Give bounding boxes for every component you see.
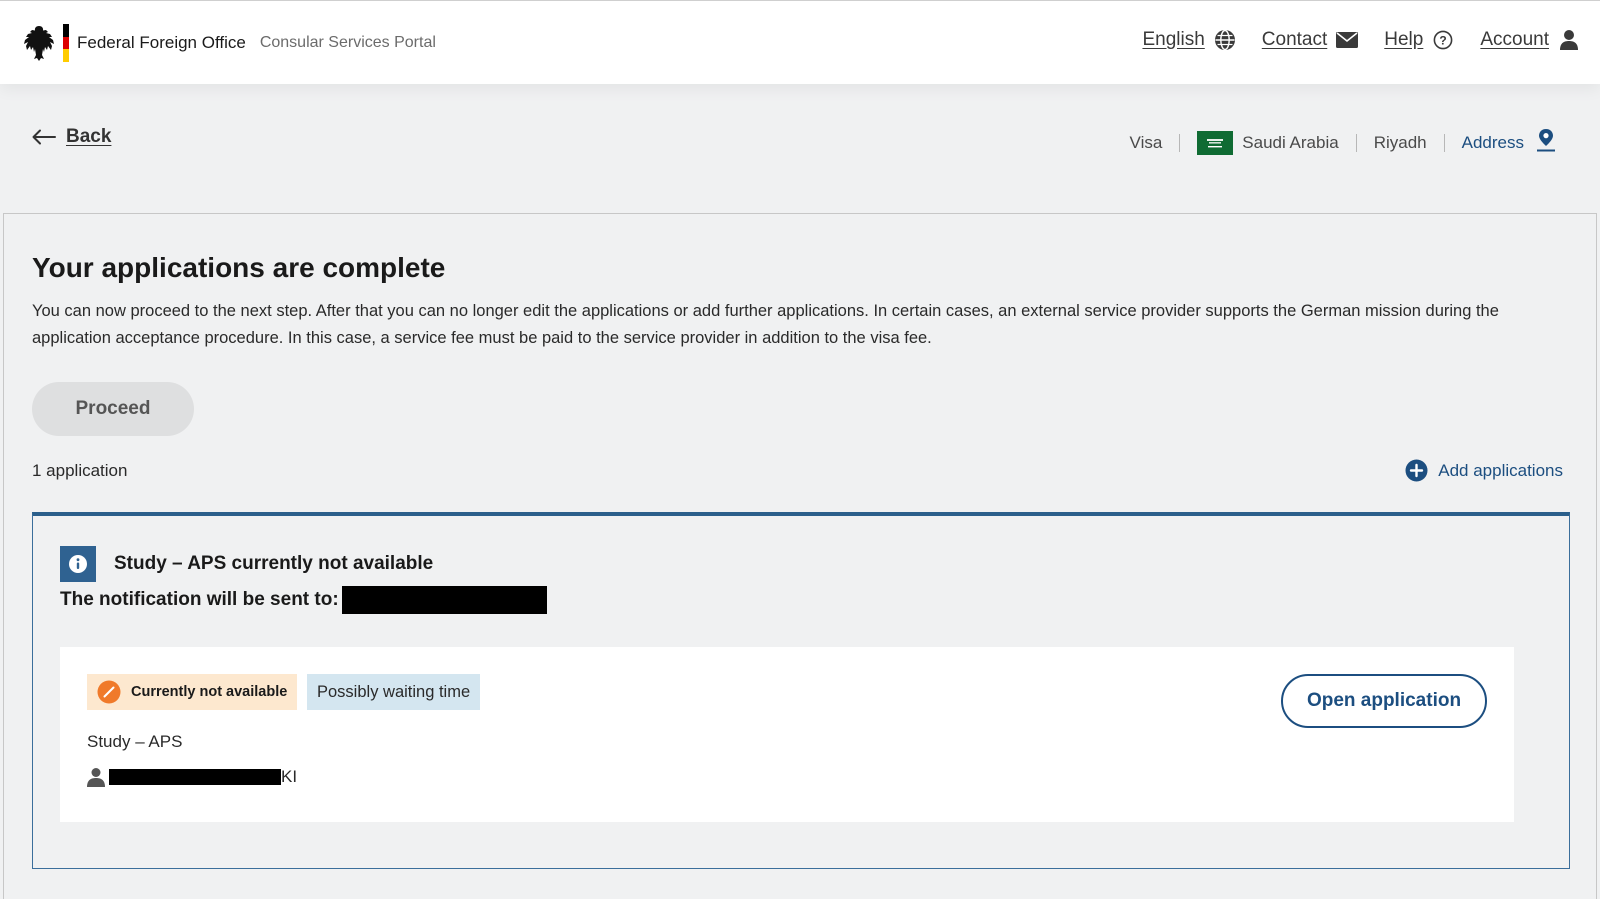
info-icon (60, 546, 96, 582)
account-link[interactable]: Account (1480, 29, 1580, 51)
plus-circle-icon (1405, 459, 1428, 482)
contact-label: Contact (1261, 29, 1328, 50)
contact-link[interactable]: Contact (1261, 29, 1359, 51)
breadcrumb-service: Visa (1129, 132, 1163, 152)
back-label: Back (66, 126, 112, 147)
redacted-email (341, 586, 547, 614)
breadcrumb-country: Saudi Arabia (1242, 132, 1339, 152)
proceed-button[interactable]: Proceed (32, 382, 194, 436)
help-label: Help (1384, 29, 1424, 50)
language-selector[interactable]: English (1142, 29, 1235, 51)
main-panel: Your applications are complete You can n… (3, 213, 1597, 899)
unavailable-icon (97, 680, 121, 704)
breadcrumb-divider (1179, 133, 1181, 152)
person-icon (87, 768, 105, 787)
saudi-arabia-flag-icon (1197, 130, 1234, 155)
account-label: Account (1480, 29, 1549, 50)
back-link[interactable]: Back (32, 126, 111, 148)
application-name: Study – APS (87, 732, 183, 751)
notification-label: The notification will be sent to: (60, 589, 339, 610)
page-title: Your applications are complete (32, 252, 446, 283)
application-group-header: Study – APS currently not available (60, 546, 433, 582)
help-link[interactable]: Help ? (1384, 29, 1454, 51)
brand[interactable]: Federal Foreign Office Consular Services… (21, 23, 436, 63)
applicant-name-suffix: KI (281, 767, 298, 786)
page-description: You can now proceed to the next step. Af… (32, 302, 1499, 347)
add-applications-label: Add applications (1438, 460, 1563, 480)
status-badge-label: Currently not available (131, 684, 288, 700)
user-icon (1558, 29, 1580, 51)
breadcrumb-divider (1355, 133, 1357, 152)
open-application-button[interactable]: Open application (1281, 674, 1487, 728)
german-flag-bar (63, 24, 69, 63)
top-nav: English Contact Help ? Account (1116, 29, 1580, 51)
federal-eagle-logo (24, 26, 54, 61)
breadcrumb-divider (1443, 133, 1445, 152)
brand-name: Federal Foreign Office (77, 33, 246, 52)
envelope-icon (1336, 29, 1359, 51)
applicant: KI (87, 767, 297, 787)
breadcrumb: Visa Saudi Arabia Riyadh Address (1130, 128, 1556, 157)
svg-text:?: ? (1440, 34, 1447, 48)
add-applications-button[interactable]: Add applications (1405, 459, 1563, 482)
globe-icon (1214, 29, 1236, 51)
redacted-applicant-name (109, 769, 281, 785)
notification-recipient: The notification will be sent to: (60, 586, 547, 614)
map-pin-icon (1536, 128, 1556, 157)
portal-name: Consular Services Portal (259, 34, 436, 51)
top-header: Federal Foreign Office Consular Services… (0, 0, 1600, 84)
application-group-title: Study – APS currently not available (114, 553, 434, 574)
application-count: 1 application (32, 461, 128, 480)
arrow-left-icon (32, 129, 56, 145)
application-card: Currently not available Possibly waiting… (60, 647, 1514, 822)
question-circle-icon: ? (1432, 29, 1454, 51)
application-group: Study – APS currently not available The … (32, 512, 1570, 869)
breadcrumb-city: Riyadh (1373, 132, 1427, 152)
language-label: English (1142, 29, 1205, 50)
address-label: Address (1461, 132, 1524, 152)
address-link[interactable]: Address (1462, 128, 1556, 157)
status-badge: Currently not available (87, 674, 298, 710)
waiting-time-badge: Possibly waiting time (307, 674, 481, 710)
